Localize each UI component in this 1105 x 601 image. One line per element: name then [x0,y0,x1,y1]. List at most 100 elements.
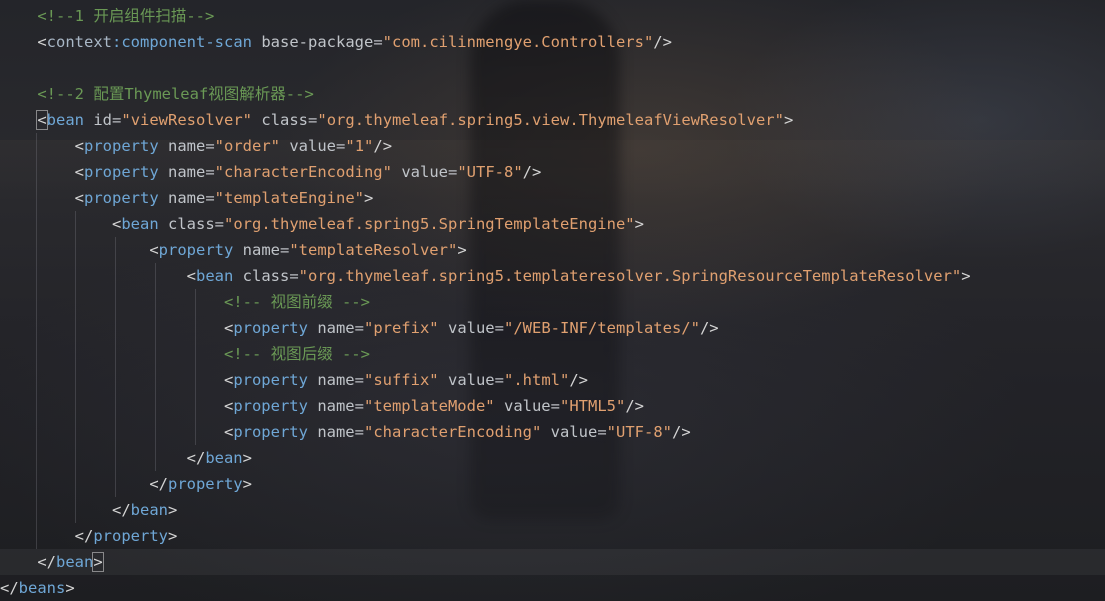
token-bracket: /> [699,319,719,337]
token-str: "org.thymeleaf.spring5.view.ThymeleafVie… [317,111,784,129]
code-line[interactable]: <property name="templateMode" value="HTM… [0,393,971,419]
code-editor[interactable]: <!--1 开启组件扫描--> <context:component-scan … [0,0,1105,601]
token-bracket: > [634,215,644,233]
code-line[interactable]: <property name="templateResolver"> [0,237,971,263]
token-tag: property [84,137,159,155]
token-tag: property [84,189,159,207]
code-line[interactable]: </property> [0,523,971,549]
token-plain: = [205,137,215,155]
token-attr: name [168,137,206,155]
code-line[interactable]: <property name="characterEncoding" value… [0,159,971,185]
code-line[interactable]: <!-- 视图前缀 --> [0,289,971,315]
code-line[interactable]: <property name="prefix" value="/WEB-INF/… [0,315,971,341]
token-attr: value [447,371,495,389]
code-line[interactable]: <!-- 视图后缀 --> [0,341,971,367]
token-tag: property [233,319,308,337]
code-line[interactable]: <property name="order" value="1"/> [0,133,971,159]
token-plain: = [308,111,318,129]
token-bracket: </ [149,475,168,493]
token-comment: <!-- 视图后缀 --> [223,345,370,363]
code-line[interactable]: </property> [0,471,971,497]
token-plain: = [336,137,346,155]
token-str: "org.thymeleaf.spring5.SpringTemplateEng… [224,215,635,233]
code-line[interactable]: <property name="suffix" value=".html"/> [0,367,971,393]
code-line[interactable]: <bean class="org.thymeleaf.spring5.Sprin… [0,211,971,237]
token-tag: property [167,475,243,493]
token-bracket: /> [569,371,588,389]
token-comment: <!--2 配置Thymeleaf视图解析器--> [37,85,314,103]
code-line[interactable]: <bean id="viewResolver" class="org.thyme… [0,107,971,133]
token-bracket: < [149,241,159,259]
token-plain: = [214,215,225,233]
token-plain: = [112,111,122,129]
token-tag: bean [130,501,168,519]
token-plain: = [597,423,607,441]
token-tag: property [93,527,168,545]
code-area[interactable]: <!--1 开启组件扫描--> <context:component-scan … [0,3,971,601]
token-tag: :component-scan [112,33,252,51]
token-bracket: /> [625,397,644,415]
token-bracket-box: > [92,552,104,572]
code-line[interactable]: <!--2 配置Thymeleaf视图解析器--> [0,81,971,107]
token-attr: class [168,215,215,233]
token-bracket: < [186,267,196,285]
token-attr: name [317,423,355,441]
token-tag: bean [195,267,234,285]
token-attr: name [317,397,355,415]
token-attr: value [401,163,448,181]
token-tag: bean [205,449,243,467]
code-line[interactable]: </beans> [0,575,971,601]
code-line[interactable]: <context:component-scan base-package="co… [0,29,971,55]
token-attr: value [503,397,551,415]
token-str: "suffix" [363,371,439,389]
token-tag: property [233,423,308,441]
token-str: "UTF-8" [606,423,672,441]
token-bracket: </ [74,527,94,545]
token-attr: value [289,137,337,155]
token-bracket: < [223,371,234,389]
token-attr: base-package [261,33,374,51]
code-line[interactable]: <property name="templateEngine"> [0,185,971,211]
token-bracket: < [74,163,84,181]
code-line[interactable]: <bean class="org.thymeleaf.spring5.templ… [0,263,971,289]
code-line[interactable]: <!--1 开启组件扫描--> [0,3,971,29]
token-bracket: /> [373,137,393,155]
token-bracket: < [37,33,47,51]
token-plain: = [494,371,504,389]
code-line[interactable]: </bean> [0,549,971,575]
code-line[interactable]: </bean> [0,497,971,523]
code-line[interactable]: <property name="characterEncoding" value… [0,419,971,445]
code-line[interactable]: </bean> [0,445,971,471]
token-str: "UTF-8" [457,163,523,181]
code-line[interactable] [0,55,971,81]
token-str: "org.thymeleaf.spring5.templateresolver.… [298,267,962,285]
token-tag: property [158,241,234,259]
token-str: "templateResolver" [289,241,458,259]
token-bracket: > [457,241,467,259]
token-str: "characterEncoding" [214,163,392,181]
token-attr: name [242,241,280,259]
token-attr: name [317,319,355,337]
